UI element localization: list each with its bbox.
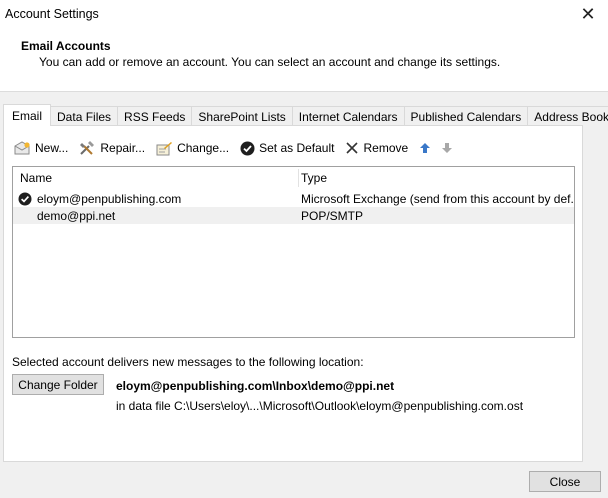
tab-email[interactable]: Email (3, 104, 52, 126)
header-title: Email Accounts (21, 39, 111, 53)
new-account-button[interactable]: New... (14, 138, 68, 158)
new-account-label: New... (35, 141, 69, 155)
set-default-button[interactable]: Set as Default (240, 138, 334, 158)
email-tab-panel: New... Repair... Change... Set as Defaul… (3, 125, 583, 462)
repair-account-label: Repair... (100, 141, 146, 155)
account-row[interactable]: eloym@penpublishing.com Microsoft Exchan… (13, 190, 574, 207)
new-mail-icon (14, 140, 30, 154)
dialog-header: Email Accounts You can add or remove an … (0, 30, 608, 92)
change-folder-button[interactable]: Change Folder (12, 374, 104, 395)
delivery-description: Selected account delivers new messages t… (12, 355, 364, 369)
account-name: demo@ppi.net (37, 208, 116, 223)
tools-icon (80, 140, 95, 155)
account-name: eloym@penpublishing.com (37, 191, 182, 206)
accounts-list: Name Type eloym@penpublishing.com Micros… (12, 166, 575, 338)
close-button[interactable]: Close (529, 471, 601, 492)
account-settings-window: Account Settings ✕ Email Accounts You ca… (0, 0, 608, 498)
data-file-path: in data file C:\Users\eloy\...\Microsoft… (116, 399, 524, 413)
header-description: You can add or remove an account. You ca… (39, 55, 501, 69)
edit-settings-icon (156, 141, 173, 155)
move-down-button[interactable] (441, 142, 453, 154)
arrow-up-icon (420, 143, 431, 153)
tab-data-files[interactable]: Data Files (50, 106, 119, 126)
delivery-location: eloym@penpublishing.com\Inbox\demo@ppi.n… (116, 379, 395, 393)
window-close-icon[interactable]: ✕ (574, 2, 602, 26)
set-default-label: Set as Default (259, 141, 335, 155)
remove-account-button[interactable]: Remove (345, 138, 408, 158)
arrow-down-icon (442, 143, 453, 153)
tab-sharepoint-lists[interactable]: SharePoint Lists (191, 106, 293, 126)
column-header-type[interactable]: Type (294, 167, 574, 188)
column-divider[interactable] (574, 169, 575, 187)
tab-strip: Email Data Files RSS Feeds SharePoint Li… (3, 104, 608, 126)
tab-internet-calendars[interactable]: Internet Calendars (291, 106, 405, 126)
change-account-label: Change... (177, 141, 230, 155)
tab-published-calendars[interactable]: Published Calendars (403, 106, 529, 126)
account-row[interactable]: demo@ppi.net POP/SMTP (13, 207, 574, 224)
move-up-button[interactable] (419, 142, 431, 154)
account-toolbar: New... Repair... Change... Set as Defaul… (14, 138, 463, 158)
remove-account-label: Remove (363, 141, 409, 155)
tab-address-books[interactable]: Address Books (527, 106, 608, 126)
window-title: Account Settings (5, 7, 99, 21)
change-account-button[interactable]: Change... (156, 138, 229, 158)
remove-x-icon (346, 142, 359, 154)
accounts-list-header: Name Type (13, 167, 575, 188)
column-header-name[interactable]: Name (13, 167, 298, 188)
default-account-icon (18, 190, 36, 207)
repair-account-button[interactable]: Repair... (79, 138, 145, 158)
title-bar: Account Settings ✕ (0, 0, 608, 30)
account-type: POP/SMTP (301, 208, 364, 223)
tab-rss-feeds[interactable]: RSS Feeds (117, 106, 193, 126)
checkmark-circle-icon (240, 141, 255, 155)
account-type: Microsoft Exchange (send from this accou… (301, 191, 573, 206)
